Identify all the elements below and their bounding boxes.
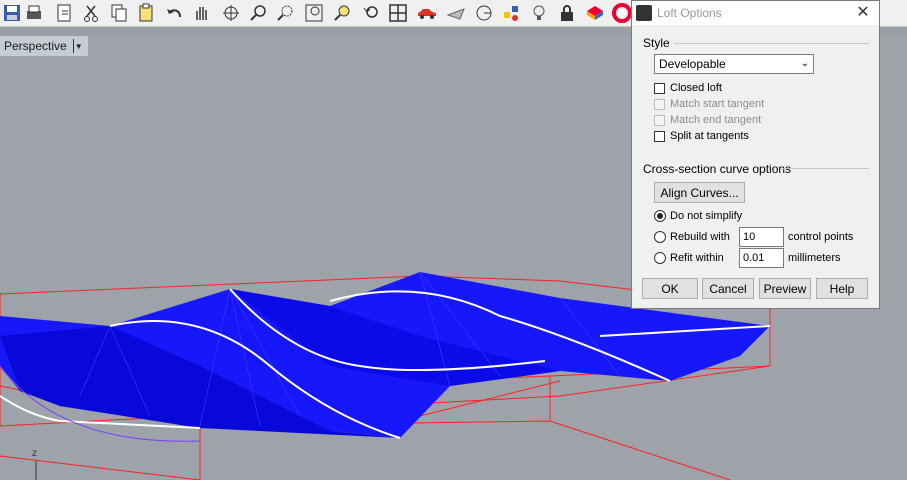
radio-dot[interactable] [654, 210, 666, 222]
undo-view-icon[interactable] [359, 1, 383, 25]
closed-loft-label: Closed loft [670, 82, 722, 94]
car-icon[interactable] [415, 1, 439, 25]
rotate-view-icon[interactable] [219, 1, 243, 25]
checkbox-box[interactable] [654, 82, 665, 94]
radio-dot[interactable] [654, 252, 666, 264]
copy-to-layer-icon[interactable] [52, 1, 76, 25]
style-selected-value: Developable [659, 57, 726, 71]
style-select[interactable]: Developable ⌄ [654, 54, 814, 74]
loft-options-dialog: Loft Options ✕ Style Developable ⌄ Close… [631, 0, 880, 309]
dialog-titlebar[interactable]: Loft Options ✕ [632, 1, 879, 25]
paste-icon[interactable] [134, 1, 158, 25]
refit-within-label: Refit within [670, 252, 724, 264]
do-not-simplify-radio[interactable]: Do not simplify [654, 210, 742, 222]
refit-tolerance-input[interactable]: 0.01 [739, 248, 784, 268]
save-icon[interactable] [0, 1, 24, 25]
plane-icon[interactable] [444, 1, 468, 25]
help-button[interactable]: Help [816, 278, 868, 299]
zoom-window-icon[interactable] [274, 1, 298, 25]
match-start-tangent-label: Match start tangent [670, 98, 765, 110]
z-axis-label: z [32, 448, 37, 459]
do-not-simplify-label: Do not simplify [670, 210, 743, 222]
refit-within-radio[interactable]: Refit within [654, 252, 724, 264]
preview-button[interactable]: Preview [759, 278, 811, 299]
material-icon[interactable] [583, 1, 607, 25]
copy-icon[interactable] [107, 1, 131, 25]
cross-section-group-divider [782, 168, 869, 169]
split-at-tangents-label: Split at tangents [670, 130, 749, 142]
close-icon[interactable]: ✕ [853, 2, 873, 22]
cut-icon[interactable] [79, 1, 103, 25]
align-curves-button[interactable]: Align Curves... [654, 182, 745, 203]
cancel-button[interactable]: Cancel [702, 278, 754, 299]
zoom-icon[interactable] [247, 1, 271, 25]
style-group-label: Style [643, 36, 670, 50]
rebuild-points-input[interactable]: 10 [739, 227, 784, 247]
match-end-tangent-checkbox: Match end tangent [654, 114, 761, 126]
closed-loft-checkbox[interactable]: Closed loft [654, 82, 722, 94]
checkbox-box [654, 114, 665, 126]
radio-dot[interactable] [654, 231, 666, 243]
checkbox-box [654, 98, 665, 110]
rebuild-with-label: Rebuild with [670, 231, 730, 243]
viewport-tab[interactable]: Perspective ▼ [0, 36, 88, 56]
split-at-tangents-checkbox[interactable]: Split at tangents [654, 130, 749, 142]
checkbox-box[interactable] [654, 130, 665, 142]
chevron-down-icon: ⌄ [800, 58, 809, 69]
refit-unit-label: millimeters [788, 252, 841, 264]
lock-icon[interactable] [555, 1, 579, 25]
cross-section-group-label: Cross-section curve options [643, 162, 792, 176]
print-icon[interactable] [22, 1, 46, 25]
viewport-name: Perspective [4, 39, 67, 53]
style-group-divider [674, 43, 869, 44]
dialog-title: Loft Options [657, 6, 722, 20]
rebuild-unit-label: control points [788, 231, 854, 243]
osnap-icon[interactable] [472, 1, 496, 25]
match-start-tangent-checkbox: Match start tangent [654, 98, 764, 110]
undo-icon[interactable] [162, 1, 186, 25]
match-end-tangent-label: Match end tangent [670, 114, 762, 126]
pan-icon[interactable] [189, 1, 213, 25]
light-icon[interactable] [527, 1, 551, 25]
rhino-app-icon [636, 5, 652, 21]
ok-button[interactable]: OK [642, 278, 698, 299]
zoom-selected-icon[interactable] [331, 1, 355, 25]
points-icon[interactable] [499, 1, 523, 25]
four-viewports-icon[interactable] [386, 1, 410, 25]
zoom-extents-icon[interactable] [302, 1, 326, 25]
rebuild-with-radio[interactable]: Rebuild with [654, 231, 730, 243]
viewport-menu-arrow-icon[interactable]: ▼ [72, 39, 84, 53]
